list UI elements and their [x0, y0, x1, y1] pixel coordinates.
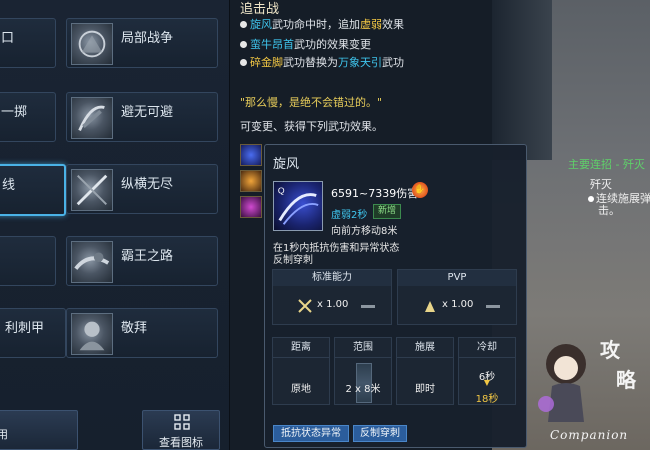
cast-label: 施展 [397, 338, 453, 358]
cooldown-value-bottom: 18秒 [475, 394, 499, 405]
new-badge: 新增 [373, 204, 401, 219]
bottom-left-label: 用 [0, 428, 8, 441]
range-label: 范围 [335, 338, 391, 358]
skill-slot-name: 敬拜 [121, 321, 148, 336]
whirlwind-skill-icon[interactable] [240, 144, 262, 166]
standard-ability-dash [361, 305, 375, 308]
pvp-box: PVP x 1.00 [397, 269, 517, 325]
cooldown-label: 冷却 [459, 338, 515, 358]
tooltip-move: 向前方移动8米 [331, 226, 398, 237]
skill-slot-4[interactable]: 避无可避 [66, 92, 218, 142]
skill-thumb-icon [71, 97, 113, 139]
skill-slot-3[interactable]: 一掷 [0, 92, 56, 142]
skill-slot-2[interactable]: 局部战争 [66, 18, 218, 68]
effect-line-3: 碎金脚武功替换为万象天引武功 [240, 54, 404, 70]
tag-counter-pierce: 反制穿刺 [353, 425, 407, 442]
view-icons-button[interactable]: 查看图标 [142, 410, 220, 450]
tooltip-damage: 6591~7339伤害 [331, 187, 419, 200]
info-title: 追击战 [240, 2, 280, 17]
skill-tooltip: 旋风 Q 6591~7339伤害 ✋ 虚弱2秒 新增 向前方移动8米 在1秒内抵… [264, 144, 527, 448]
tooltip-title: 旋风 [273, 157, 300, 172]
view-icons-label: 查看图标 [159, 436, 203, 449]
bullet-icon [588, 196, 594, 202]
standard-ability-box: 标准能力 x 1.00 [272, 269, 392, 325]
bottom-left-button[interactable]: 用 [0, 410, 78, 450]
effect-line-2: 蛮牛昂首武功的效果变更 [240, 36, 371, 52]
bullet-icon [240, 41, 247, 48]
arrow-down-icon: ▼ [483, 378, 491, 387]
skill-slot-6[interactable]: 纵横无尽 [66, 164, 218, 214]
companion-overlay: 攻 略 Companion [530, 330, 648, 448]
companion-label: Companion [550, 428, 629, 442]
bull-skill-icon[interactable] [240, 170, 262, 192]
whirlwind-icon: Q [273, 181, 323, 231]
changeable-note: 可变更、获得下列武功效果。 [240, 120, 383, 133]
tooltip-weak: 虚弱2秒 [331, 210, 368, 221]
quest-combo-line: 主要连招 - 歼灭 [568, 158, 645, 171]
skill-thumb-icon [71, 313, 113, 355]
cooldown-cell: 冷却 6秒 ▼ 18秒 [458, 337, 516, 405]
skill-thumb-icon [71, 169, 113, 211]
world-skill-desc-2: 击。 [598, 204, 620, 217]
grid-icon [174, 414, 190, 430]
skill-slot-name: 避无可避 [121, 105, 174, 120]
standard-ability-value: x 1.00 [317, 299, 349, 310]
skill-slot-name: 利刺甲 [5, 321, 45, 336]
range-value: 2 x 8米 [345, 384, 381, 395]
fire-element-icon: ✋ [412, 182, 428, 198]
standard-ability-label: 标准能力 [273, 270, 391, 286]
svg-text:Q: Q [278, 186, 285, 196]
skill-slot-name: 一掷 [1, 105, 28, 120]
skill-slot-1[interactable]: 口 [0, 18, 56, 68]
skill-slot-7[interactable] [0, 236, 56, 286]
skill-thumb-icon [71, 241, 113, 283]
tooltip-desc-2: 反制穿刺 [273, 255, 313, 266]
distance-value: 原地 [291, 384, 311, 395]
pvp-value: x 1.00 [442, 299, 474, 310]
pvp-label: PVP [398, 270, 516, 286]
skill-slot-name: 口 [1, 31, 15, 46]
distance-cell: 距离 原地 [272, 337, 330, 405]
cast-value: 即时 [415, 384, 435, 395]
range-cell: 范围 2 x 8米 [334, 337, 392, 405]
skill-thumb-icon [71, 23, 113, 65]
skill-grid-panel: 口 局部战争 一掷 避无可避 线 纵横无尽 霸王之路 利刺甲 敬拜 用 查看图标 [0, 0, 230, 450]
skill-slot-name: 纵横无尽 [121, 177, 174, 192]
cast-cell: 施展 即时 [396, 337, 454, 405]
effect-line-1: 旋风武功命中时，追加虚弱效果 [240, 16, 404, 32]
skill-slot-5-selected[interactable]: 线 [0, 164, 66, 216]
flavor-quote: "那么慢，是绝不会错过的。" [240, 96, 383, 109]
distance-label: 距离 [273, 338, 329, 358]
skill-slot-8[interactable]: 霸王之路 [66, 236, 218, 286]
pvp-dash [486, 305, 500, 308]
world-wall [492, 0, 552, 160]
pvp-icon [422, 298, 438, 314]
companion-char-2: 略 [616, 368, 636, 392]
kick-skill-icon[interactable] [240, 196, 262, 218]
skill-slot-name: 局部战争 [121, 31, 174, 46]
skill-slot-10[interactable]: 敬拜 [66, 308, 218, 358]
skill-slot-name: 线 [2, 178, 16, 193]
bullet-icon [240, 21, 247, 28]
bullet-icon [240, 59, 247, 66]
companion-char-1: 攻 [600, 338, 620, 362]
tag-resist-status: 抵抗状态异常 [273, 425, 349, 442]
crossed-swords-icon [297, 298, 313, 314]
skill-slot-name: 霸王之路 [121, 249, 174, 264]
skill-slot-9[interactable]: 利刺甲 [0, 308, 66, 358]
